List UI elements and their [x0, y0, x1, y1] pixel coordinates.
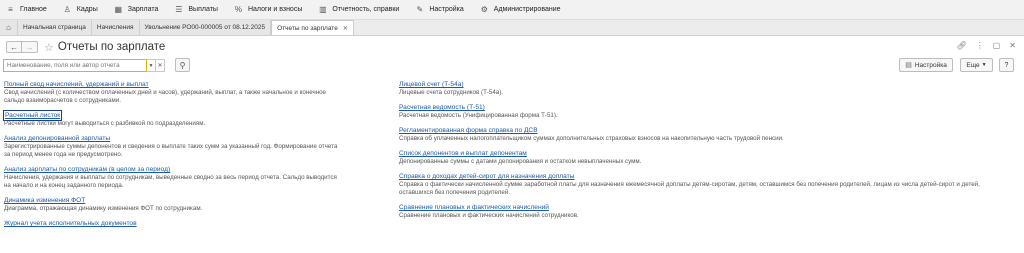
- main-menu-bar: ≡ Главное ♙ Кадры ▦ Зарплата ☰ Выплаты % Нало…: [0, 0, 1024, 20]
- report-link[interactable]: Полный свод начислений, удержаний и выпл…: [4, 80, 149, 89]
- restore-window-icon[interactable]: ▢: [993, 41, 1001, 50]
- wrench-icon: ✎: [416, 5, 424, 14]
- report-item: Полный свод начислений, удержаний и выпл…: [4, 80, 344, 105]
- report-link[interactable]: Анализ депонированной зарплаты: [4, 134, 110, 143]
- tab-label: Увольнение РО00-000005 от 08.12.2025: [144, 24, 266, 31]
- back-button[interactable]: ←: [6, 41, 22, 53]
- report-description: Сравнение плановых и фактических начисле…: [399, 212, 579, 219]
- report-description: Расчетные листки могут выводиться с разб…: [4, 120, 206, 127]
- menu-item-payments[interactable]: ☰ Выплаты: [168, 0, 228, 20]
- arrow-right-icon: →: [25, 42, 34, 52]
- report-item: Лицевой счет (Т-54а) Лицевые счета сотру…: [399, 80, 999, 97]
- menu-item-personnel[interactable]: ♙ Кадры: [57, 0, 108, 20]
- settings-button[interactable]: ▤ Настройка: [899, 58, 953, 72]
- chevron-down-icon[interactable]: ▼: [147, 59, 156, 72]
- report-description: Справка о фактически начисленной сумме з…: [399, 181, 980, 196]
- search-row: ▼ ✕ ⚲ ▤Настройка Еще▼ ?: [0, 58, 1024, 74]
- title-row: ← → ☆ Отчеты по зарплате 🔗︎ ⋮ ▢ ✕: [0, 37, 1024, 57]
- settings-button-label: Настройка: [914, 61, 947, 69]
- tab-home[interactable]: ⌂: [0, 20, 18, 35]
- tab-accruals[interactable]: Начисления: [91, 20, 140, 35]
- report-item: Сравнение плановых и фактических начисле…: [399, 203, 999, 220]
- menu-item-label: Администрирование: [493, 6, 561, 13]
- percent-icon: %: [234, 5, 243, 14]
- report-item: Расчетная ведомость (Т-51) Расчетная вед…: [399, 103, 999, 120]
- page-title: Отчеты по зарплате: [57, 41, 166, 53]
- gear-icon: ⚙: [480, 5, 488, 14]
- help-button-label: ?: [1004, 61, 1009, 69]
- report-link[interactable]: Журнал учета исполнительных документов: [4, 219, 137, 228]
- report-description: Лицевые счета сотрудников (Т-54а).: [399, 89, 504, 96]
- report-description: Зарегистрированные суммы депонентов и св…: [4, 143, 338, 158]
- menu-item-label: Зарплата: [127, 6, 159, 13]
- person-icon: ♙: [63, 5, 71, 14]
- report-description: Свод начислений (с количеством оплаченны…: [4, 89, 326, 104]
- report-item: Справка о доходах детей-сирот для назнач…: [399, 172, 999, 197]
- report-item: Динамика изменения ФОТ Диаграмма, отража…: [4, 196, 344, 213]
- report-link[interactable]: Расчетная ведомость (Т-51): [399, 103, 485, 112]
- close-icon[interactable]: ✕: [343, 25, 348, 32]
- menu-item-taxes[interactable]: % Налоги и взносы: [228, 0, 312, 20]
- menu-item-settings[interactable]: ✎ Настройка: [409, 0, 473, 20]
- menu-item-label: Отчетность, справки: [332, 6, 400, 13]
- search-icon: ⚲: [179, 60, 186, 70]
- report-item: Регламентированная форма справка по ДСВ …: [399, 126, 999, 143]
- tab-label: Начисления: [96, 24, 134, 31]
- report-item: Список депонентов и выплат депонентам Де…: [399, 149, 999, 166]
- close-window-icon[interactable]: ✕: [1009, 41, 1016, 50]
- report-description: Начисления, удержания и выплаты по сотру…: [4, 174, 337, 189]
- tab-dismissal[interactable]: Увольнение РО00-000005 от 08.12.2025: [139, 20, 272, 35]
- report-link[interactable]: Регламентированная форма справка по ДСВ: [399, 126, 538, 135]
- report-description: Депонированные суммы с датами депонирова…: [399, 158, 642, 165]
- more-button-label: Еще: [966, 61, 980, 69]
- menu-item-label: Настройка: [429, 6, 464, 13]
- menu-lines-icon: ≡: [8, 5, 13, 14]
- clear-icon[interactable]: ✕: [156, 59, 165, 72]
- tab-bar: ⌂ Начальная страница Начисления Увольнен…: [0, 20, 1024, 36]
- menu-item-label: Кадры: [76, 6, 98, 13]
- menu-item-salary[interactable]: ▦ Зарплата: [108, 0, 169, 20]
- report-item: Журнал учета исполнительных документов: [4, 219, 344, 228]
- favorite-star-icon[interactable]: ☆: [44, 41, 54, 54]
- report-description: Справка об уплаченных налогоплательщиком…: [399, 135, 784, 142]
- tab-label: Начальная страница: [23, 24, 86, 31]
- reports-left-column: Полный свод начислений, удержаний и выпл…: [2, 80, 344, 234]
- menu-item-label: Главное: [20, 6, 47, 13]
- chevron-down-icon: ▼: [981, 62, 987, 68]
- chart-icon: ▥: [319, 5, 327, 14]
- menu-item-main[interactable]: ≡ Главное: [0, 0, 57, 20]
- menu-item-reports[interactable]: ▥ Отчетность, справки: [312, 0, 409, 20]
- report-link[interactable]: Расчетный листок: [2, 110, 63, 121]
- report-link[interactable]: Лицевой счет (Т-54а): [399, 80, 464, 89]
- menu-item-label: Выплаты: [188, 6, 218, 13]
- report-item: Расчетный листок Расчетные листки могут …: [2, 110, 344, 128]
- report-item: Анализ депонированной зарплаты Зарегистр…: [4, 134, 344, 159]
- report-description: Расчетная ведомость (Унифицированная фор…: [399, 112, 558, 119]
- settings-panel-icon: ▤: [905, 62, 912, 69]
- report-description: Диаграмма, отражающая динамику изменения…: [4, 205, 203, 212]
- menu-item-admin[interactable]: ⚙ Администрирование: [474, 0, 571, 20]
- report-link[interactable]: Динамика изменения ФОТ: [4, 196, 85, 205]
- report-item: Анализ зарплаты по сотрудникам (в целом …: [4, 165, 344, 190]
- menu-item-label: Налоги и взносы: [247, 6, 303, 13]
- reports-right-column: Лицевой счет (Т-54а) Лицевые счета сотру…: [399, 80, 999, 226]
- more-vertical-icon[interactable]: ⋮: [976, 41, 984, 50]
- report-link[interactable]: Список депонентов и выплат депонентам: [399, 149, 527, 158]
- report-link[interactable]: Анализ зарплаты по сотрудникам (в целом …: [4, 165, 170, 174]
- help-button[interactable]: ?: [999, 58, 1014, 72]
- tab-label: Отчеты по зарплате: [277, 24, 338, 32]
- arrow-left-icon: ←: [10, 42, 18, 52]
- report-link[interactable]: Сравнение плановых и фактических начисле…: [399, 203, 549, 212]
- search-input[interactable]: [3, 59, 147, 72]
- tab-start-page[interactable]: Начальная страница: [18, 20, 92, 35]
- search-button[interactable]: ⚲: [175, 58, 190, 72]
- list-icon: ☰: [175, 5, 183, 14]
- calculator-icon: ▦: [114, 5, 123, 14]
- report-link[interactable]: Справка о доходах детей-сирот для назнач…: [399, 172, 574, 181]
- forward-button[interactable]: →: [22, 41, 38, 53]
- link-icon[interactable]: 🔗︎: [957, 41, 967, 50]
- more-button[interactable]: Еще ▼: [960, 58, 993, 72]
- tab-salary-reports[interactable]: Отчеты по зарплате ✕: [271, 20, 354, 35]
- home-icon: ⌂: [6, 23, 11, 32]
